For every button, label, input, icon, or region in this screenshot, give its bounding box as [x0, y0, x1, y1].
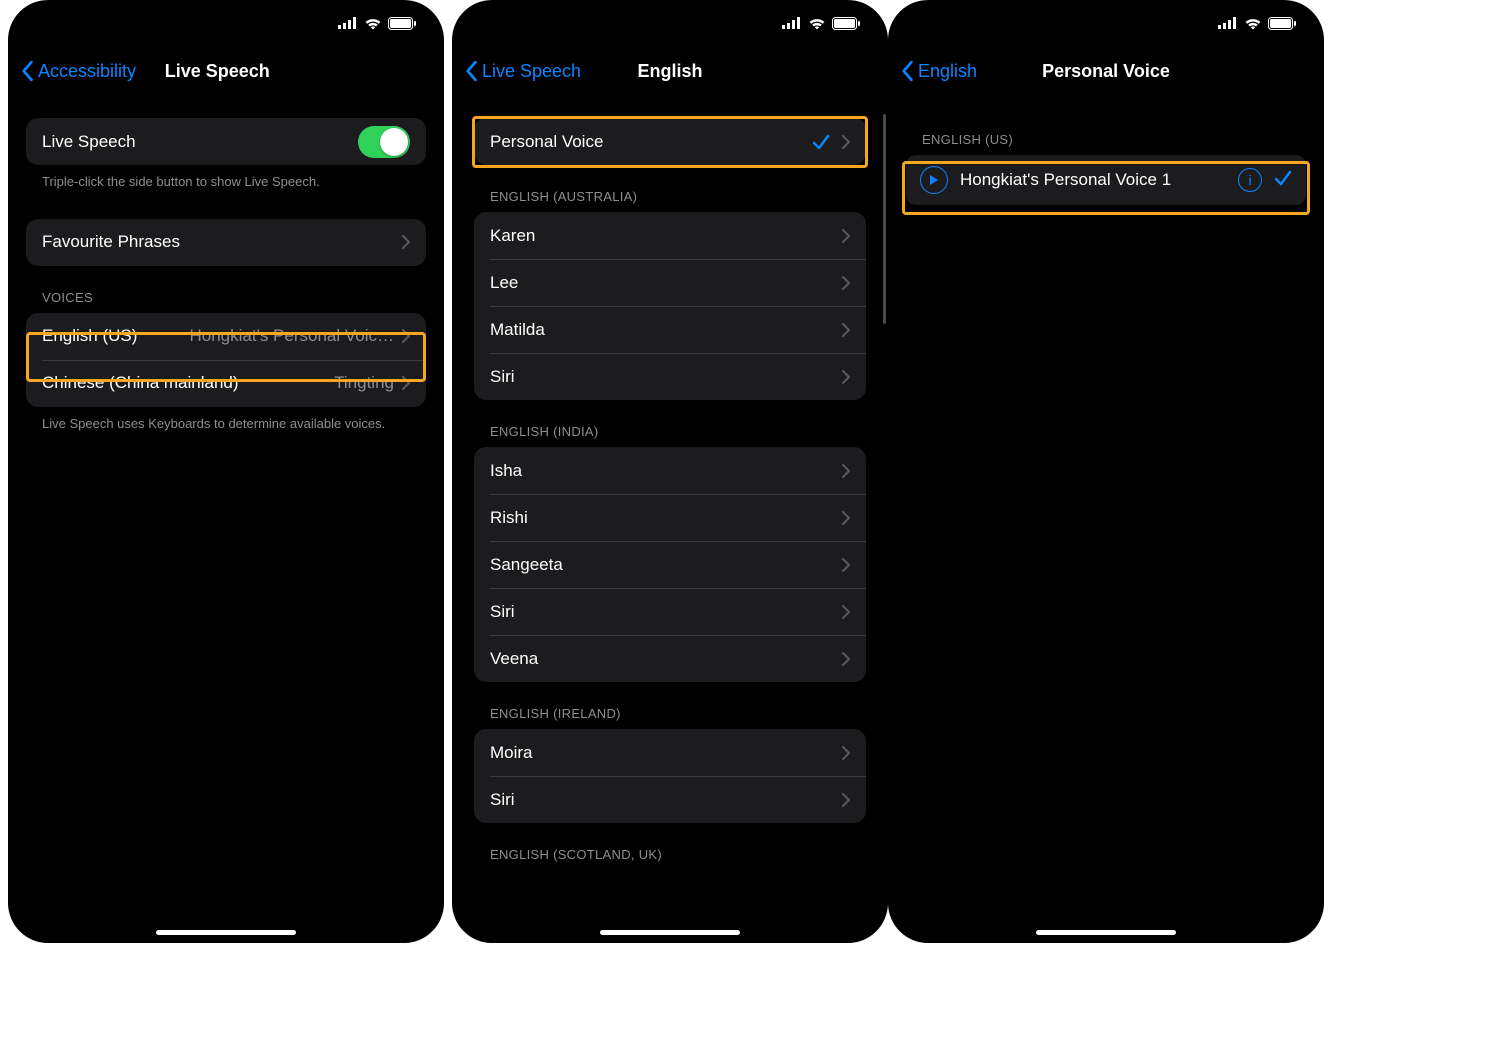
chevron-right-icon	[842, 511, 850, 525]
voice-lang: Chinese (China mainland)	[42, 373, 239, 393]
group-header: ENGLISH (SCOTLAND, UK)	[474, 823, 866, 870]
back-label: Accessibility	[38, 61, 136, 82]
chevron-right-icon	[842, 558, 850, 572]
home-indicator[interactable]	[1036, 930, 1176, 935]
status-bar	[452, 0, 888, 46]
checkmark-icon	[812, 133, 830, 151]
back-button[interactable]: English	[900, 60, 977, 82]
voice-name: Hongkiat's Personal Voice 1	[960, 170, 1226, 190]
back-button[interactable]: Accessibility	[20, 60, 136, 82]
battery-icon	[832, 17, 860, 30]
cellular-signal-icon	[1218, 17, 1238, 29]
voice-row[interactable]: Rishi	[474, 494, 866, 541]
checkmark-icon	[1274, 169, 1292, 192]
chevron-right-icon	[842, 135, 850, 149]
page-title: Live Speech	[165, 61, 270, 82]
page-title: Personal Voice	[1042, 61, 1170, 82]
page-title: English	[637, 61, 702, 82]
nav-header: Live Speech English	[452, 46, 888, 96]
voice-name: Tingting	[334, 373, 394, 393]
nav-header: English Personal Voice	[888, 46, 1324, 96]
favourite-phrases-row[interactable]: Favourite Phrases	[26, 219, 426, 266]
live-speech-toggle[interactable]	[358, 126, 410, 158]
back-label: Live Speech	[482, 61, 581, 82]
voice-row-chinese[interactable]: Chinese (China mainland) Tingting	[26, 360, 426, 407]
chevron-left-icon	[20, 60, 34, 82]
voice-row-english-us[interactable]: English (US) Hongkiat's Personal Voic…	[26, 313, 426, 360]
fav-label: Favourite Phrases	[42, 232, 180, 252]
chevron-right-icon	[842, 464, 850, 478]
voices-group-india: Isha Rishi Sangeeta Siri Veena	[474, 447, 866, 682]
personal-voice-row[interactable]: Personal Voice	[474, 118, 866, 165]
battery-icon	[388, 17, 416, 30]
voices-note: Live Speech uses Keyboards to determine …	[26, 407, 426, 433]
voice-row[interactable]: Lee	[474, 259, 866, 306]
personal-voice-item[interactable]: Hongkiat's Personal Voice 1 i	[906, 155, 1306, 205]
status-bar	[888, 0, 1324, 46]
live-speech-toggle-row[interactable]: Live Speech	[26, 118, 426, 165]
back-button[interactable]: Live Speech	[464, 60, 581, 82]
phone-screen-3: English Personal Voice ENGLISH (US) Hong…	[888, 0, 1324, 943]
cellular-signal-icon	[338, 17, 358, 29]
chevron-right-icon	[842, 746, 850, 760]
chevron-right-icon	[842, 276, 850, 290]
phone-screen-1: Accessibility Live Speech Live Speech Tr…	[8, 0, 444, 943]
voice-row[interactable]: Sangeeta	[474, 541, 866, 588]
play-icon	[929, 174, 939, 186]
voices-group-ireland: Moira Siri	[474, 729, 866, 823]
toggle-label: Live Speech	[42, 132, 136, 152]
voice-row[interactable]: Karen	[474, 212, 866, 259]
chevron-right-icon	[842, 793, 850, 807]
chevron-right-icon	[842, 652, 850, 666]
voices-group-australia: Karen Lee Matilda Siri	[474, 212, 866, 400]
nav-header: Accessibility Live Speech	[8, 46, 444, 96]
group-header: ENGLISH (AUSTRALIA)	[474, 165, 866, 212]
info-button[interactable]: i	[1238, 168, 1262, 192]
chevron-left-icon	[900, 60, 914, 82]
chevron-left-icon	[464, 60, 478, 82]
voices-group: English (US) Hongkiat's Personal Voic… C…	[26, 313, 426, 407]
toggle-group: Live Speech	[26, 118, 426, 165]
chevron-right-icon	[842, 370, 850, 384]
group-header: ENGLISH (US)	[906, 96, 1306, 155]
voice-row[interactable]: Matilda	[474, 306, 866, 353]
personal-voice-label: Personal Voice	[490, 132, 603, 152]
chevron-right-icon	[842, 605, 850, 619]
wifi-icon	[364, 17, 382, 30]
status-bar	[8, 0, 444, 46]
home-indicator[interactable]	[156, 930, 296, 935]
scroll-indicator[interactable]	[883, 114, 886, 324]
voice-row[interactable]: Siri	[474, 588, 866, 635]
phone-screen-2: Live Speech English Personal Voice ENGLI…	[452, 0, 888, 943]
toggle-note: Triple-click the side button to show Liv…	[26, 165, 426, 191]
chevron-right-icon	[842, 323, 850, 337]
back-label: English	[918, 61, 977, 82]
wifi-icon	[808, 17, 826, 30]
battery-icon	[1268, 17, 1296, 30]
voice-name: Hongkiat's Personal Voic…	[189, 326, 394, 346]
group-header: ENGLISH (IRELAND)	[474, 682, 866, 729]
chevron-right-icon	[842, 229, 850, 243]
voice-row[interactable]: Siri	[474, 353, 866, 400]
chevron-right-icon	[402, 235, 410, 249]
home-indicator[interactable]	[600, 930, 740, 935]
chevron-right-icon	[402, 329, 410, 343]
cellular-signal-icon	[782, 17, 802, 29]
personal-voice-group: Personal Voice	[474, 118, 866, 165]
play-button[interactable]	[920, 166, 948, 194]
voices-header: VOICES	[26, 266, 426, 313]
voice-row[interactable]: Moira	[474, 729, 866, 776]
voice-row[interactable]: Siri	[474, 776, 866, 823]
voice-row[interactable]: Veena	[474, 635, 866, 682]
voice-lang: English (US)	[42, 326, 137, 346]
wifi-icon	[1244, 17, 1262, 30]
group-header: ENGLISH (INDIA)	[474, 400, 866, 447]
chevron-right-icon	[402, 376, 410, 390]
voice-row[interactable]: Isha	[474, 447, 866, 494]
fav-phrases-group: Favourite Phrases	[26, 219, 426, 266]
info-icon: i	[1248, 172, 1251, 188]
